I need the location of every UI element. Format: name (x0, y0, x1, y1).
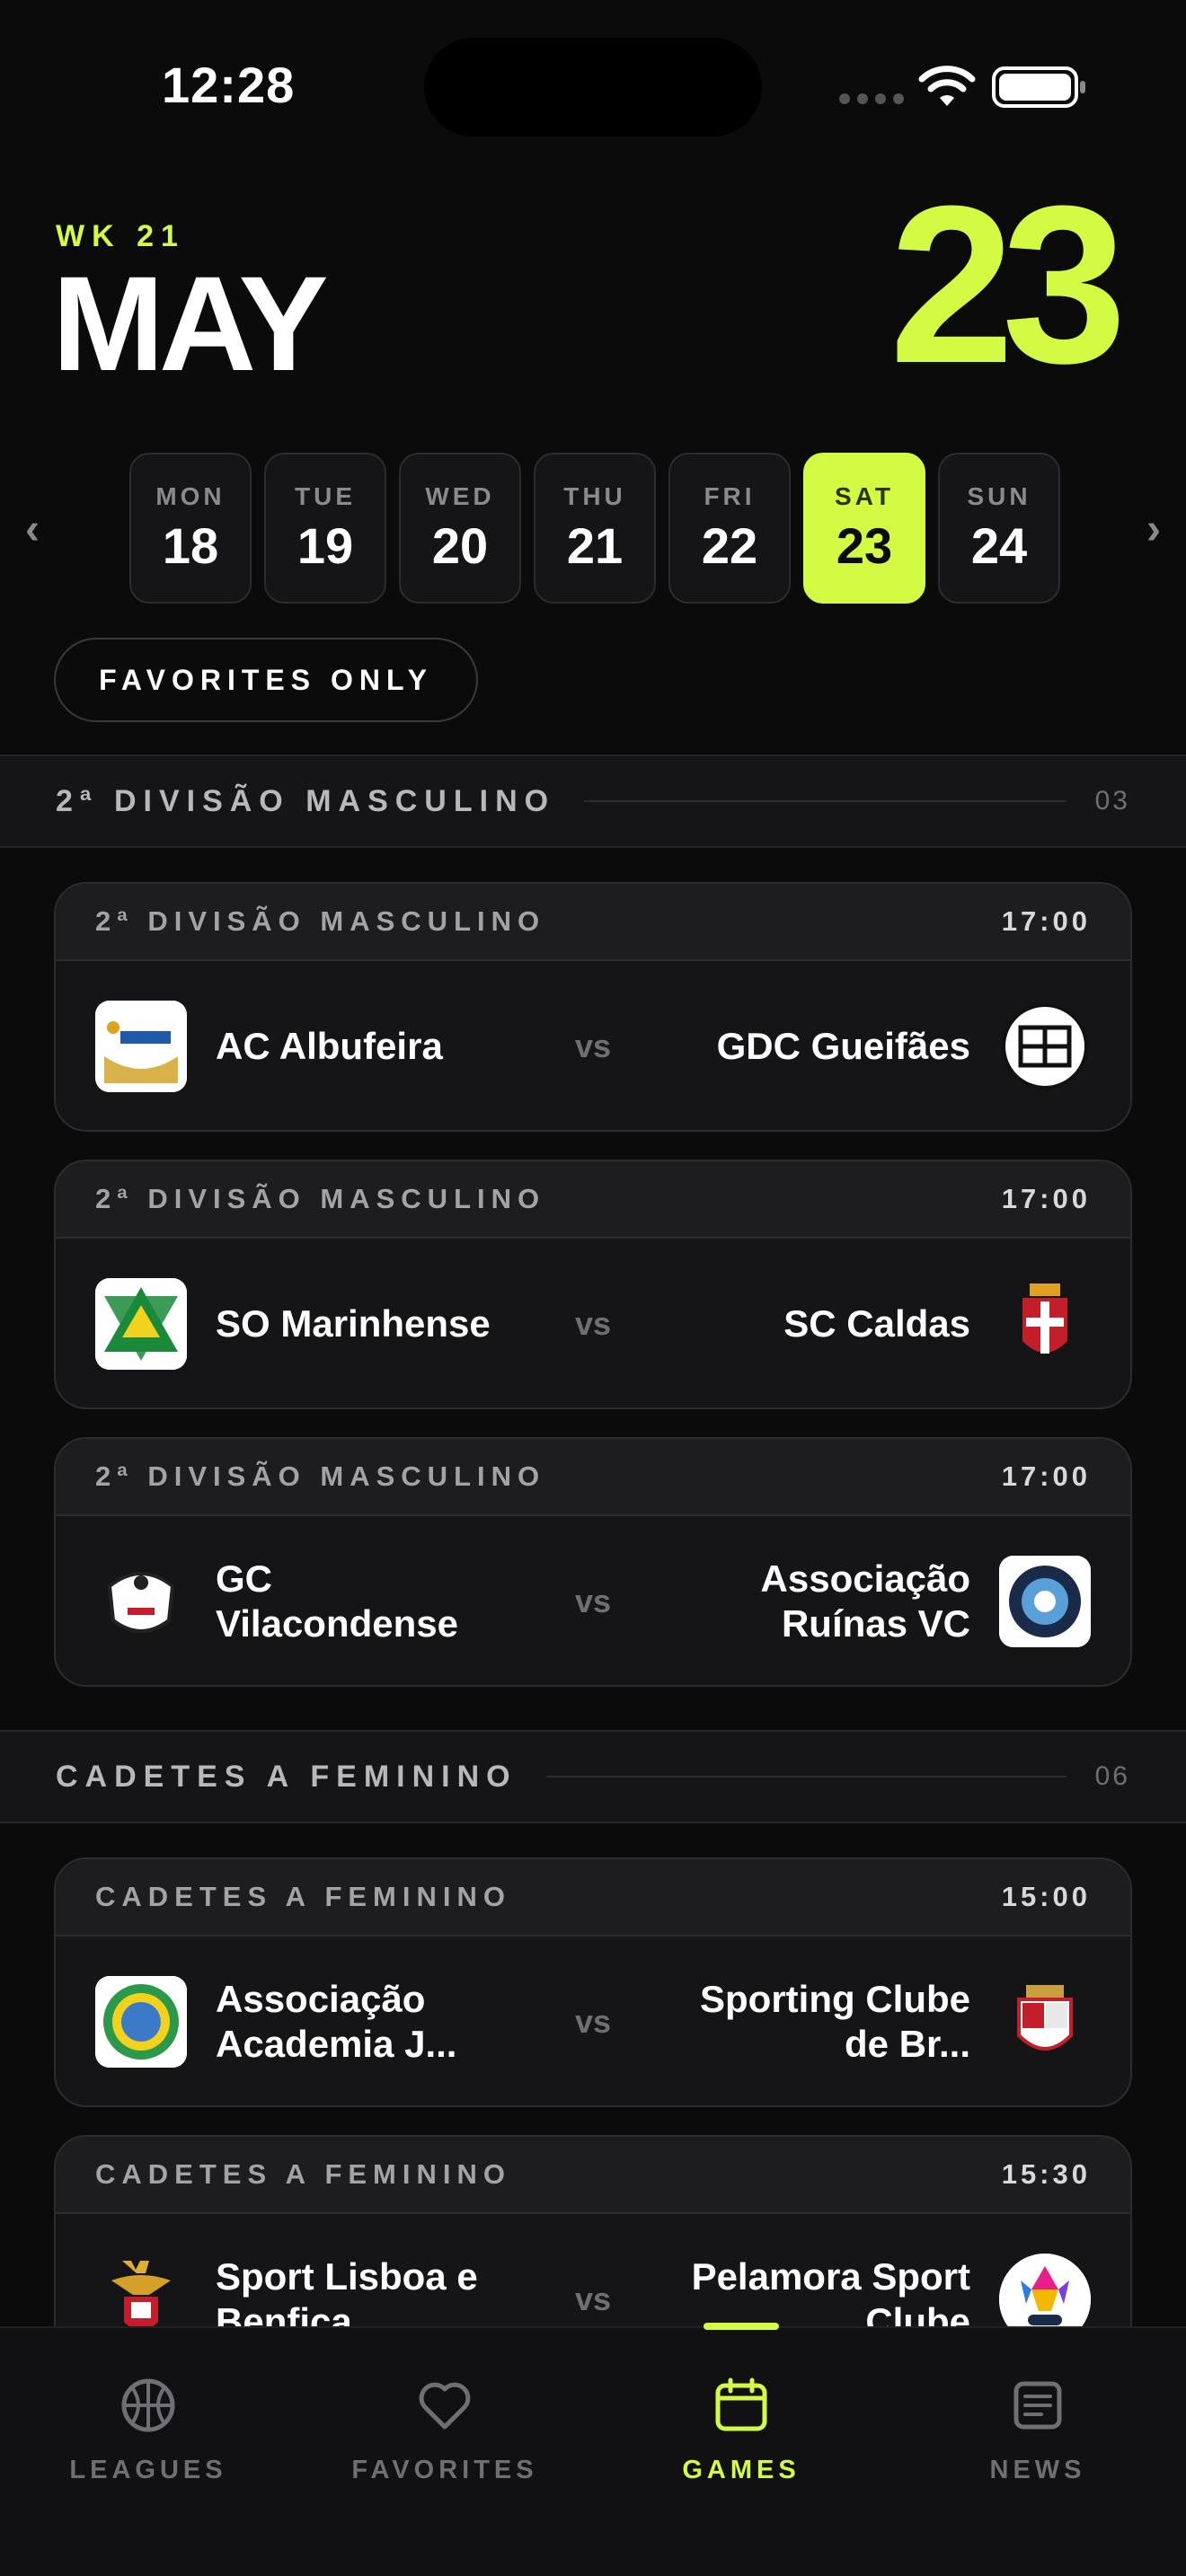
match-card[interactable]: 2ª DIVISÃO MASCULINO 17:00 vs SO Marinhe… (54, 1160, 1132, 1409)
day-name: SAT (835, 481, 894, 510)
match-card[interactable]: 2ª DIVISÃO MASCULINO 17:00 vs AC Albufei… (54, 882, 1132, 1132)
team-name: SC Caldas (783, 1301, 970, 1345)
tab-label: LEAGUES (69, 2456, 227, 2484)
day-number: 18 (162, 516, 219, 574)
tab-news[interactable]: NEWS (890, 2328, 1186, 2576)
team-crest-icon (95, 1976, 187, 2068)
away-team[interactable]: Sporting Clube de Br... (674, 1936, 1091, 2105)
away-team[interactable]: GDC Gueifães (716, 961, 1091, 1130)
match-card-header: 2ª DIVISÃO MASCULINO 17:00 (56, 1161, 1130, 1239)
team-name: Associação Ruínas VC (760, 1557, 970, 1645)
section-count: 06 (1094, 1761, 1130, 1791)
team-name: GDC Gueifães (716, 1024, 970, 1067)
calendar-icon (715, 2378, 767, 2431)
tab-games[interactable]: GAMES (593, 2323, 890, 2576)
day-fri[interactable]: FRI 22 (668, 453, 791, 604)
tab-label: FAVORITES (351, 2456, 538, 2484)
match-league: 2ª DIVISÃO MASCULINO (95, 905, 546, 937)
day-number: 20 (431, 516, 489, 574)
tab-bar: LEAGUES FAVORITES GAMES NEWS (0, 2323, 1186, 2576)
team-crest-icon (999, 1278, 1091, 1370)
match-time: 17:00 (1001, 1183, 1091, 1214)
team-crest-icon (999, 1556, 1091, 1647)
day-mon[interactable]: MON 18 (129, 453, 252, 604)
away-team[interactable]: Associação Ruínas VC (674, 1516, 1091, 1685)
day-wed[interactable]: WED 20 (399, 453, 521, 604)
tab-leagues[interactable]: LEAGUES (0, 2328, 296, 2576)
match-time: 15:30 (1001, 2158, 1091, 2190)
day-number: 19 (296, 516, 354, 574)
section-divider (584, 800, 1067, 802)
day-number: 23 (836, 516, 893, 574)
day-number: 21 (566, 516, 624, 574)
favorites-only-toggle[interactable]: FAVORITES ONLY (54, 638, 478, 722)
match-time: 15:00 (1001, 1881, 1091, 1912)
tab-label: GAMES (682, 2456, 801, 2484)
day-tue[interactable]: TUE 19 (264, 453, 386, 604)
month-title: MAY (52, 248, 329, 399)
team-crest-icon (95, 1001, 187, 1092)
day-picker: MON 18 TUE 19 WED 20 THU 21 FRI 22 SAT 23 SUN 2… (129, 453, 1060, 604)
selected-day-number: 23 (889, 159, 1127, 410)
news-icon (1013, 2381, 1062, 2430)
team-crest-icon (95, 1556, 187, 1647)
basketball-icon (121, 2378, 175, 2432)
match-card[interactable]: 2ª DIVISÃO MASCULINO 17:00 vs GC Vilacon… (54, 1437, 1132, 1687)
match-time: 17:00 (1001, 905, 1091, 937)
match-time: 17:00 (1001, 1460, 1091, 1492)
section-header: CADETES A FEMININO 06 (0, 1730, 1186, 1823)
day-sun[interactable]: SUN 24 (938, 453, 1060, 604)
match-card-header: CADETES A FEMININO 15:00 (56, 1859, 1130, 1936)
day-thu[interactable]: THU 21 (534, 453, 656, 604)
section-header: 2ª DIVISÃO MASCULINO 03 (0, 754, 1186, 848)
match-league: CADETES A FEMININO (95, 2158, 511, 2190)
match-card-header: CADETES A FEMININO 15:30 (56, 2137, 1130, 2214)
section-divider (545, 1776, 1067, 1778)
day-name: MON (155, 481, 226, 510)
wifi-icon (918, 66, 976, 106)
dynamic-island (424, 38, 762, 137)
next-week-chevron-icon[interactable]: › (1146, 508, 1161, 551)
day-name: SUN (967, 481, 1031, 510)
section-count: 03 (1094, 786, 1130, 816)
heart-icon (419, 2382, 471, 2430)
day-number: 24 (970, 516, 1028, 574)
team-crest-icon (999, 1001, 1091, 1092)
match-league: 2ª DIVISÃO MASCULINO (95, 1460, 546, 1492)
home-team[interactable]: GC Vilacondense (95, 1516, 512, 1685)
away-team[interactable]: SC Caldas (783, 1239, 1091, 1407)
cellular-signal-icon (839, 93, 904, 104)
day-name: TUE (295, 481, 356, 510)
match-league: 2ª DIVISÃO MASCULINO (95, 1183, 546, 1214)
day-name: WED (425, 481, 495, 510)
match-card-header: 2ª DIVISÃO MASCULINO 17:00 (56, 1439, 1130, 1516)
day-name: FRI (704, 481, 756, 510)
day-sat-selected[interactable]: SAT 23 (803, 453, 925, 604)
battery-icon (992, 66, 1085, 108)
day-name: THU (563, 481, 626, 510)
status-bar: 12:28 (0, 0, 1186, 171)
day-number: 22 (701, 516, 758, 574)
match-league: CADETES A FEMININO (95, 1881, 511, 1912)
section-title: 2ª DIVISÃO MASCULINO (56, 783, 556, 818)
section-title: CADETES A FEMININO (56, 1759, 518, 1794)
previous-week-chevron-icon[interactable]: ‹ (25, 508, 40, 551)
tab-favorites[interactable]: FAVORITES (296, 2328, 593, 2576)
match-card-header: 2ª DIVISÃO MASCULINO 17:00 (56, 884, 1130, 961)
home-team[interactable]: AC Albufeira (95, 961, 443, 1130)
home-team[interactable]: SO Marinhense (95, 1239, 491, 1407)
home-team[interactable]: Associação Academia J... (95, 1936, 512, 2105)
team-name: Associação Academia J... (216, 1977, 457, 2065)
active-tab-indicator (704, 2323, 779, 2330)
match-card[interactable]: CADETES A FEMININO 15:00 vs Associação A… (54, 1857, 1132, 2107)
team-crest-icon (95, 1278, 187, 1370)
team-name: AC Albufeira (216, 1024, 443, 1067)
team-crest-icon (999, 1976, 1091, 2068)
team-name: SO Marinhense (216, 1301, 491, 1345)
team-name: GC Vilacondense (216, 1557, 459, 1645)
tab-label: NEWS (989, 2456, 1086, 2484)
status-time: 12:28 (162, 57, 296, 113)
team-name: Sporting Clube de Br... (700, 1977, 970, 2065)
